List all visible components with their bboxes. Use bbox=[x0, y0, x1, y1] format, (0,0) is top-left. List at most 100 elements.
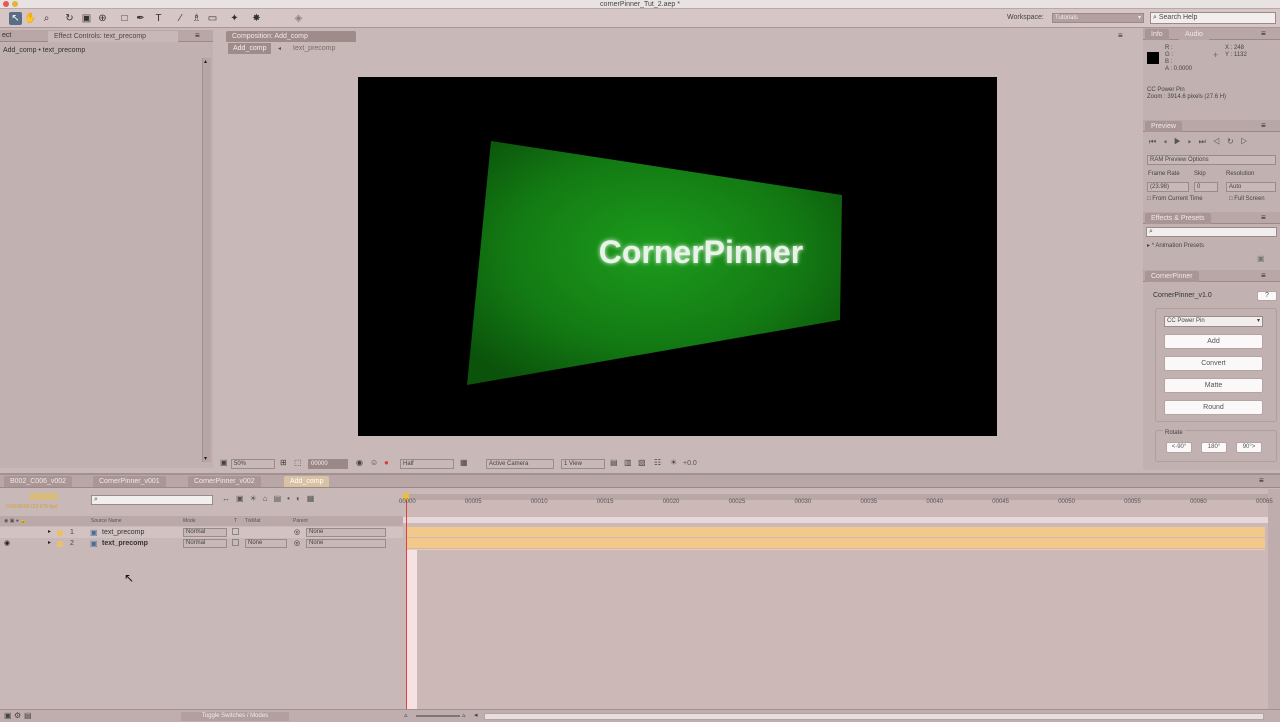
first-frame-icon[interactable]: ⏮ bbox=[1149, 137, 1163, 146]
layer-duration-bar-1[interactable] bbox=[407, 527, 1265, 537]
rotate-180-button[interactable]: 180° bbox=[1201, 442, 1227, 453]
layer-source-name[interactable]: text_precomp bbox=[102, 527, 144, 538]
hide-shy-icon[interactable]: ⌂ bbox=[263, 494, 274, 503]
col-trkmat[interactable]: TrkMat bbox=[245, 516, 260, 526]
layer-trkmat-dropdown[interactable]: None bbox=[245, 539, 287, 548]
axis-mode-icon[interactable]: ◈ bbox=[292, 12, 305, 25]
layer-row[interactable]: ◉ ▸ 2 ▣ text_precomp Normal None ◎ None bbox=[0, 538, 403, 549]
animation-presets-item[interactable]: ▸ * Animation Presets bbox=[1147, 242, 1204, 249]
brush-tool-icon[interactable]: ⁄ bbox=[174, 12, 187, 25]
live-update-icon[interactable]: ▣ bbox=[236, 494, 250, 503]
panel-menu-icon[interactable]: ≡ bbox=[195, 31, 200, 40]
layer-duration-bar-2[interactable] bbox=[407, 538, 1265, 548]
from-current-time-checkbox[interactable]: □ From Current Time bbox=[1147, 196, 1203, 202]
col-t[interactable]: T bbox=[234, 516, 237, 526]
flowchart-icon[interactable]: ☷ bbox=[654, 458, 661, 468]
draft-3d-icon[interactable]: ☀ bbox=[250, 494, 263, 503]
always-preview-icon[interactable]: ▣ bbox=[220, 458, 228, 468]
info-panel-menu-icon[interactable]: ≡ bbox=[1261, 29, 1266, 38]
layer-label-color[interactable] bbox=[57, 541, 63, 547]
layer-parent-dropdown[interactable]: None bbox=[306, 528, 386, 537]
timeline-horizontal-scrollbar[interactable] bbox=[484, 713, 1264, 720]
comp-nav-other[interactable]: text_precomp bbox=[293, 45, 335, 52]
composition-viewer[interactable]: CornerPinner bbox=[358, 77, 997, 436]
convert-button[interactable]: Convert bbox=[1164, 356, 1263, 371]
expand-layer-icon[interactable]: ▸ bbox=[48, 527, 51, 538]
tab-composition[interactable]: Composition: Add_comp bbox=[226, 31, 356, 42]
col-source-name[interactable]: Source Name bbox=[91, 516, 122, 526]
layer-mode-dropdown[interactable]: Normal bbox=[183, 539, 227, 548]
new-folder-icon[interactable]: ▣ bbox=[1257, 254, 1265, 263]
pickwhip-icon[interactable]: ◎ bbox=[294, 527, 300, 538]
rectangle-tool-icon[interactable]: □ bbox=[118, 12, 131, 25]
layer-source-name[interactable]: text_precomp bbox=[102, 538, 148, 549]
add-button[interactable]: Add bbox=[1164, 334, 1263, 349]
timeline-icon[interactable]: ▧ bbox=[638, 458, 646, 468]
workspace-dropdown[interactable]: Tutorials ▾ bbox=[1052, 13, 1144, 23]
camera-dropdown[interactable]: Active Camera bbox=[486, 459, 554, 469]
selection-tool-icon[interactable]: ↖ bbox=[9, 12, 22, 25]
eraser-tool-icon[interactable]: ▭ bbox=[206, 12, 219, 25]
graph-editor-icon[interactable]: ▦ bbox=[307, 494, 321, 503]
tab-cornerpinner[interactable]: CornerPinner bbox=[1145, 271, 1199, 282]
comp-timecode[interactable]: 00000 bbox=[308, 459, 348, 469]
camera-tool-icon[interactable]: ▣ bbox=[80, 12, 93, 25]
full-screen-checkbox[interactable]: □ Full Screen bbox=[1229, 196, 1265, 202]
frame-rate-dropdown[interactable]: (23.98) bbox=[1147, 182, 1189, 192]
minimize-window-icon[interactable] bbox=[12, 1, 18, 7]
layer-row[interactable]: ▸ 1 ▣ text_precomp Normal ◎ None bbox=[0, 527, 403, 538]
exposure-icon[interactable]: ☀ bbox=[670, 458, 677, 468]
preserve-transparency-checkbox[interactable] bbox=[232, 528, 239, 535]
layer-mode-dropdown[interactable]: Normal bbox=[183, 528, 227, 537]
next-frame-icon[interactable]: ▸ bbox=[1188, 137, 1199, 146]
hand-tool-icon[interactable]: ✋ bbox=[24, 12, 37, 25]
cornerpinner-panel-menu-icon[interactable]: ≡ bbox=[1261, 271, 1266, 280]
pickwhip-icon[interactable]: ◎ bbox=[294, 538, 300, 549]
col-mode[interactable]: Mode bbox=[183, 516, 196, 526]
timeline-panel-menu-icon[interactable]: ≡ bbox=[1259, 476, 1264, 485]
layer-label-color[interactable] bbox=[57, 530, 63, 536]
snapshot-icon[interactable]: ◉ bbox=[356, 458, 363, 468]
zoom-tool-icon[interactable]: ⌕ bbox=[40, 12, 53, 25]
visibility-icon[interactable]: ◉ bbox=[4, 538, 10, 549]
pan-behind-tool-icon[interactable]: ⊕ bbox=[96, 12, 109, 25]
rotate-tool-icon[interactable]: ↻ bbox=[63, 12, 76, 25]
pin-effect-dropdown[interactable]: CC Power Pin ▾ bbox=[1164, 316, 1263, 327]
tab-audio[interactable]: Audio bbox=[1179, 29, 1209, 40]
text-tool-icon[interactable]: T bbox=[152, 12, 165, 25]
magnification-dropdown[interactable]: 50% bbox=[231, 459, 275, 469]
preserve-transparency-checkbox[interactable] bbox=[232, 539, 239, 546]
round-button[interactable]: Round bbox=[1164, 400, 1263, 415]
pen-tool-icon[interactable]: ✒ bbox=[134, 12, 147, 25]
region-of-interest-icon[interactable]: ⬚ bbox=[294, 458, 302, 468]
clone-stamp-tool-icon[interactable]: ♗ bbox=[190, 12, 203, 25]
tab-timeline-b002[interactable]: B002_C006_v002 bbox=[4, 476, 73, 487]
preview-panel-menu-icon[interactable]: ≡ bbox=[1261, 121, 1266, 130]
tab-preview[interactable]: Preview bbox=[1145, 121, 1182, 132]
fast-previews-icon[interactable]: ▥ bbox=[624, 458, 632, 468]
effects-search-input[interactable]: ⌕ bbox=[1146, 227, 1277, 237]
tab-timeline-cornerpinner-v002[interactable]: CornerPinner_v002 bbox=[188, 476, 261, 487]
effect-controls-scrollbar[interactable]: ▴ ▾ bbox=[202, 58, 211, 462]
layer-parent-dropdown[interactable]: None bbox=[306, 539, 386, 548]
comp-panel-menu-icon[interactable]: ≡ bbox=[1118, 31, 1123, 40]
comp-mini-flowchart-icon[interactable]: ↔ bbox=[222, 494, 236, 503]
ram-preview-icon[interactable]: ▷ bbox=[1241, 137, 1255, 146]
preview-resolution-dropdown[interactable]: Auto bbox=[1226, 182, 1276, 192]
play-icon[interactable]: ▶ bbox=[1174, 137, 1188, 146]
tab-info[interactable]: Info bbox=[1145, 29, 1169, 40]
expand-layer-icon[interactable]: ▸ bbox=[48, 538, 51, 549]
motion-blur-icon[interactable]: • bbox=[287, 494, 296, 503]
channel-icon[interactable]: ● bbox=[384, 458, 389, 468]
tab-effects-presets[interactable]: Effects & Presets bbox=[1145, 213, 1211, 224]
help-search-input[interactable]: ⌕ Search Help bbox=[1150, 12, 1276, 24]
effects-panel-menu-icon[interactable]: ≡ bbox=[1261, 213, 1266, 222]
safe-margins-icon[interactable]: ⊞ bbox=[280, 458, 287, 468]
show-snapshot-icon[interactable]: ☺ bbox=[370, 458, 378, 468]
prev-frame-icon[interactable]: ◂ bbox=[1163, 137, 1174, 146]
transparency-grid-icon[interactable]: ▦ bbox=[460, 458, 468, 468]
brainstorm-icon[interactable]: ◐ bbox=[296, 494, 307, 503]
timeline-timecode[interactable]: 00000 bbox=[30, 492, 58, 503]
roto-brush-tool-icon[interactable]: ✦ bbox=[228, 12, 241, 25]
scroll-down-icon[interactable]: ▾ bbox=[204, 455, 207, 462]
